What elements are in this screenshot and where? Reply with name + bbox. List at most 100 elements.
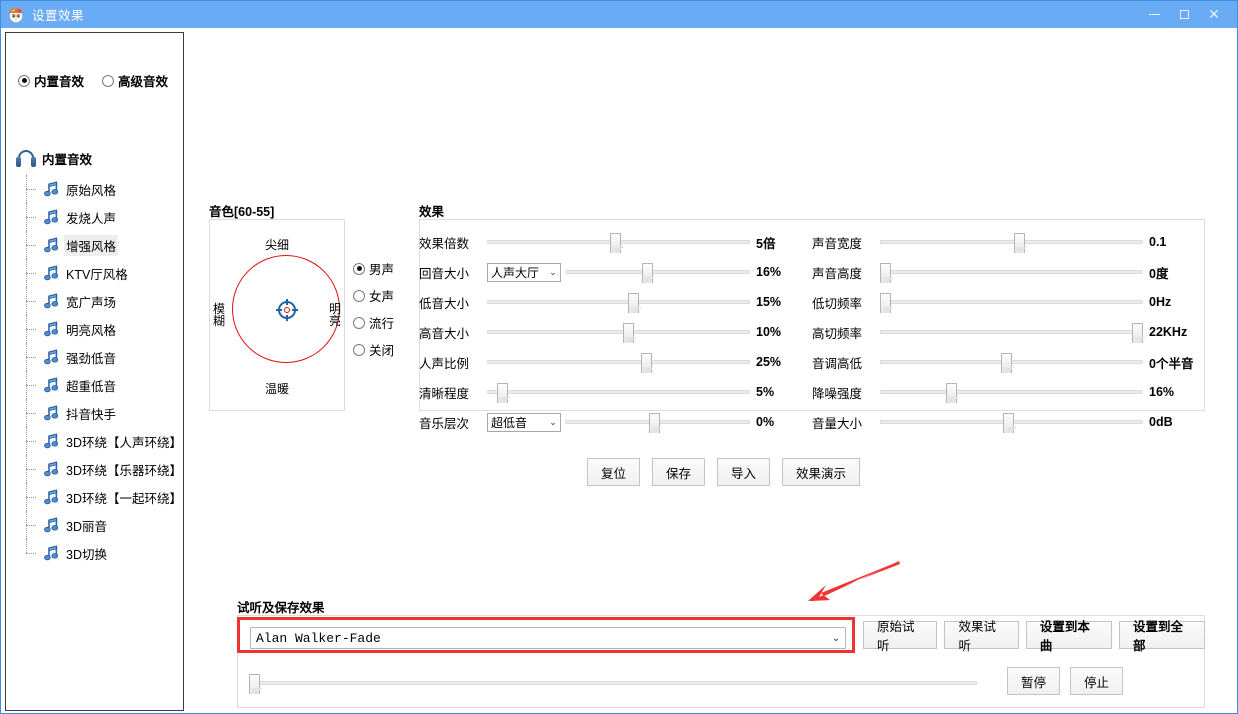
chevron-down-icon: ⌄ <box>549 416 557 427</box>
effect-value: 0个半音 <box>1149 356 1194 371</box>
sidebar-item-6[interactable]: 明亮风格 <box>24 315 184 343</box>
effect-slider-thumb[interactable] <box>1013 233 1025 253</box>
radio-indicator <box>353 262 365 275</box>
effect-slider-thumb[interactable] <box>880 293 891 313</box>
effect-label: 高切频率 <box>812 326 863 341</box>
sidebar-item-5[interactable]: 宽广声场 <box>24 287 184 315</box>
radio-label: 关闭 <box>369 344 395 358</box>
preview-button-1[interactable]: 原始试听 <box>863 620 938 653</box>
file-select-combobox[interactable]: Alan Walker-Fade ⌄ <box>250 627 846 649</box>
radio-voice-4[interactable]: 关闭 <box>353 336 405 363</box>
voice-type-radio-group: 男声 女声 流行 关闭 <box>353 255 405 363</box>
effect-slider-thumb[interactable] <box>880 263 891 283</box>
effect-slider[interactable] <box>487 351 750 373</box>
effect-slider[interactable] <box>487 321 750 343</box>
sidebar-item-11[interactable]: 3D环绕【乐器环绕】 <box>24 455 184 483</box>
effect-action-button-2[interactable]: 保存 <box>652 458 706 486</box>
sidebar-item-12[interactable]: 3D环绕【一起环绕】 <box>24 483 184 511</box>
effect-slider[interactable] <box>880 231 1143 253</box>
sidebar-group-header: 内置音效 <box>16 149 92 168</box>
sidebar-item-14[interactable]: 3D切换 <box>24 539 184 567</box>
radio-indicator <box>353 289 365 302</box>
effect-slider-thumb[interactable] <box>497 383 509 403</box>
chevron-down-icon: ⌄ <box>831 632 841 644</box>
radio-builtin-effects[interactable]: 内置音效 <box>18 71 84 90</box>
minimize-button[interactable] <box>1139 1 1169 28</box>
sidebar-item-2[interactable]: 发烧人声 <box>24 203 184 231</box>
effect-slider-thumb[interactable] <box>623 323 635 343</box>
effect-slider[interactable] <box>880 291 1143 313</box>
sidebar-item-8[interactable]: 超重低音 <box>24 371 184 399</box>
effect-slider[interactable] <box>565 261 750 283</box>
effect-slider-track <box>880 270 1143 274</box>
effect-slider[interactable] <box>880 351 1143 373</box>
sidebar-group-label: 内置音效 <box>42 153 93 167</box>
maximize-button[interactable] <box>1169 1 1199 28</box>
effect-slider[interactable] <box>487 381 750 403</box>
effect-slider-thumb[interactable] <box>628 293 640 313</box>
timbre-crosshair-handle[interactable] <box>276 299 298 321</box>
effect-action-button-3[interactable]: 导入 <box>717 458 771 486</box>
file-selector-highlight: Alan Walker-Fade ⌄ <box>237 617 855 653</box>
effect-slider-thumb[interactable] <box>1000 353 1012 373</box>
transport-button-1[interactable]: 暂停 <box>1007 667 1061 695</box>
effect-slider[interactable] <box>487 291 750 313</box>
effect-row-left-2: 回音大小 人声大厅 ⌄ 16% <box>419 257 812 287</box>
timbre-pad[interactable]: 尖细 温暖 模糊 明亮 <box>209 219 345 411</box>
effect-action-button-1[interactable]: 复位 <box>587 458 641 486</box>
preview-buttons: 原始试听 效果试听 设置到本曲 设置到全部 <box>863 620 1205 653</box>
effect-action-button-4[interactable]: 效果演示 <box>782 458 861 486</box>
sidebar-item-10[interactable]: 3D环绕【人声环绕】 <box>24 427 184 455</box>
music-note-icon <box>44 349 59 365</box>
effect-label: 声音高度 <box>812 266 863 281</box>
preview-groupbox: 试听及保存效果 Alan Walker-Fade ⌄ 原始试听 效果试听 设置到本曲… <box>237 601 1205 708</box>
radio-voice-2[interactable]: 女声 <box>353 282 405 309</box>
effect-slider-thumb[interactable] <box>610 233 622 253</box>
music-note-icon <box>44 265 59 281</box>
radio-voice-1[interactable]: 男声 <box>353 255 405 282</box>
sidebar-item-9[interactable]: 抖音快手 <box>24 399 184 427</box>
sidebar-item-3[interactable]: 增强风格 <box>24 231 184 259</box>
effect-slider[interactable] <box>880 321 1143 343</box>
effect-slider[interactable] <box>565 411 750 433</box>
preview-button-3[interactable]: 设置到本曲 <box>1025 620 1112 653</box>
effect-slider-thumb[interactable] <box>1003 413 1015 433</box>
effects-title: 效果 <box>419 205 450 219</box>
effect-slider-track <box>487 390 750 394</box>
effect-slider[interactable] <box>880 411 1143 433</box>
effect-combobox[interactable]: 超低音 ⌄ <box>487 412 561 432</box>
effect-row-right-7: 音量大小 0dB <box>812 407 1205 437</box>
effect-value: 5倍 <box>756 236 776 251</box>
effect-slider-thumb[interactable] <box>945 383 957 403</box>
effect-slider-thumb[interactable] <box>1132 323 1143 343</box>
radio-label: 男声 <box>369 263 395 277</box>
music-note-icon <box>44 237 59 253</box>
effect-slider-thumb[interactable] <box>641 263 653 283</box>
effect-combobox[interactable]: 人声大厅 ⌄ <box>487 262 561 282</box>
effect-slider-thumb[interactable] <box>648 413 660 433</box>
effect-slider[interactable] <box>880 261 1143 283</box>
effects-column-right: 声音宽度 0.1 声音高度 0度 低切频率 0Hz 高切频率 22KHz 音调高低 0个半音 降噪强… <box>812 227 1205 437</box>
sidebar-item-7[interactable]: 强劲低音 <box>24 343 184 371</box>
seek-slider[interactable] <box>249 672 977 694</box>
transport-button-2[interactable]: 停止 <box>1070 667 1124 695</box>
effect-label: 音量大小 <box>812 416 863 431</box>
preview-button-2[interactable]: 效果试听 <box>944 620 1019 653</box>
effect-value: 15% <box>756 295 782 309</box>
effect-slider-thumb[interactable] <box>640 353 652 373</box>
sidebar-item-4[interactable]: KTV厅风格 <box>24 259 184 287</box>
radio-advanced-effects[interactable]: 高级音效 <box>102 71 168 90</box>
close-button[interactable]: ✕ <box>1199 1 1229 28</box>
sidebar-item-13[interactable]: 3D丽音 <box>24 511 184 539</box>
radio-voice-3[interactable]: 流行 <box>353 309 405 336</box>
radio-label: 流行 <box>369 317 395 331</box>
radio-label: 高级音效 <box>118 75 169 89</box>
effect-slider[interactable] <box>487 231 750 253</box>
seek-thumb[interactable] <box>249 674 260 694</box>
effect-slider-track <box>880 390 1143 394</box>
effect-slider[interactable] <box>880 381 1143 403</box>
effect-row-left-6: 清晰程度 5% <box>419 377 812 407</box>
sidebar-item-1[interactable]: 原始风格 <box>24 175 184 203</box>
effect-row-left-1: 效果倍数 5倍 <box>419 227 812 257</box>
preview-button-4[interactable]: 设置到全部 <box>1118 620 1205 653</box>
